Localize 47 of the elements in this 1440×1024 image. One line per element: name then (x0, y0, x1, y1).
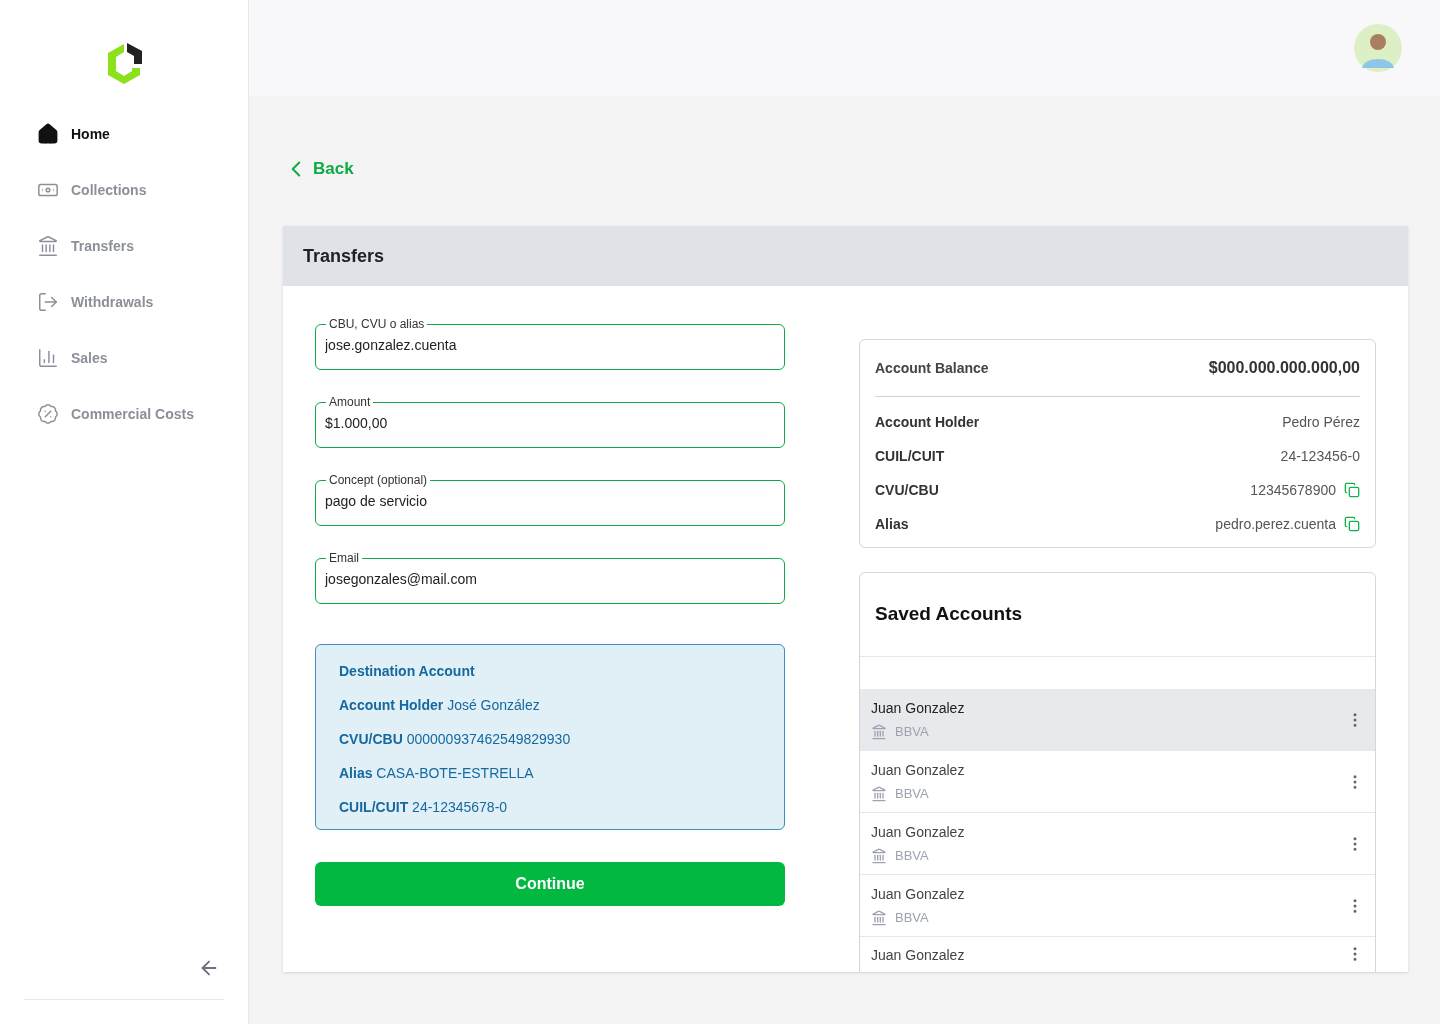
bank-icon (871, 785, 887, 802)
panel-title: Transfers (303, 244, 385, 268)
field-label: Email (328, 550, 360, 567)
home-icon (37, 123, 59, 145)
bank-icon (871, 909, 887, 926)
detail-value: Pedro Pérez (1282, 412, 1360, 432)
bank-icon (37, 235, 59, 257)
detail-label: CVU/CBU (875, 480, 939, 500)
saved-account-row[interactable]: Juan Gonzalez BBVA (860, 689, 1375, 751)
bank-name: BBVA (895, 846, 929, 865)
destination-detail: CVU/CBU 000000937462549829930 (339, 730, 572, 747)
field-label: Amount (328, 394, 372, 411)
account-name: Juan Gonzalez (871, 760, 965, 780)
bank-name: BBVA (895, 908, 929, 927)
percent-badge-icon (37, 403, 59, 425)
detail-label: CUIL/CUIT (875, 446, 945, 466)
detail-label: Alias (875, 514, 909, 534)
bank-icon (871, 847, 887, 864)
copy-icon[interactable] (1344, 516, 1360, 532)
detail-label: Account Holder (875, 412, 980, 432)
copy-icon[interactable] (1344, 482, 1360, 498)
field-label: CBU, CVU o alias (328, 316, 426, 333)
account-name: Juan Gonzalez (871, 822, 965, 842)
text-input[interactable]: josegonzales@mail.com (325, 569, 775, 590)
text-input[interactable]: $1.000,00 (325, 413, 775, 434)
bank-icon (871, 723, 887, 740)
bank-name: BBVA (895, 784, 929, 803)
detail-value: 12345678900 (1250, 480, 1336, 500)
bar-chart-icon (37, 347, 59, 369)
destination-detail: Account Holder José González (339, 696, 541, 713)
nav-item[interactable]: Home (37, 120, 248, 148)
balance-amount: $000.000.000.000,00 (1208, 358, 1360, 378)
field-label: Concept (optional) (328, 472, 429, 489)
destination-detail: Alias CASA-BOTE-ESTRELLA (339, 764, 535, 781)
text-input[interactable]: pago de servicio (325, 491, 775, 512)
bank-name: BBVA (895, 722, 929, 741)
account-name: Juan Gonzalez (871, 946, 965, 965)
account-name: Juan Gonzalez (871, 698, 965, 718)
destination-detail: CUIL/CUIT 24-12345678-0 (339, 798, 509, 815)
text-input[interactable]: jose.gonzalez.cuenta (325, 335, 775, 356)
balance-label: Account Balance (875, 358, 989, 378)
detail-value: 24-123456-0 (1280, 446, 1360, 466)
destination-title: Destination Account (339, 662, 476, 679)
avatar[interactable] (1354, 24, 1402, 72)
account-name: Juan Gonzalez (871, 884, 965, 904)
saved-accounts-title: Saved Accounts (875, 602, 1023, 627)
detail-value: pedro.perez.cuenta (1215, 514, 1336, 534)
